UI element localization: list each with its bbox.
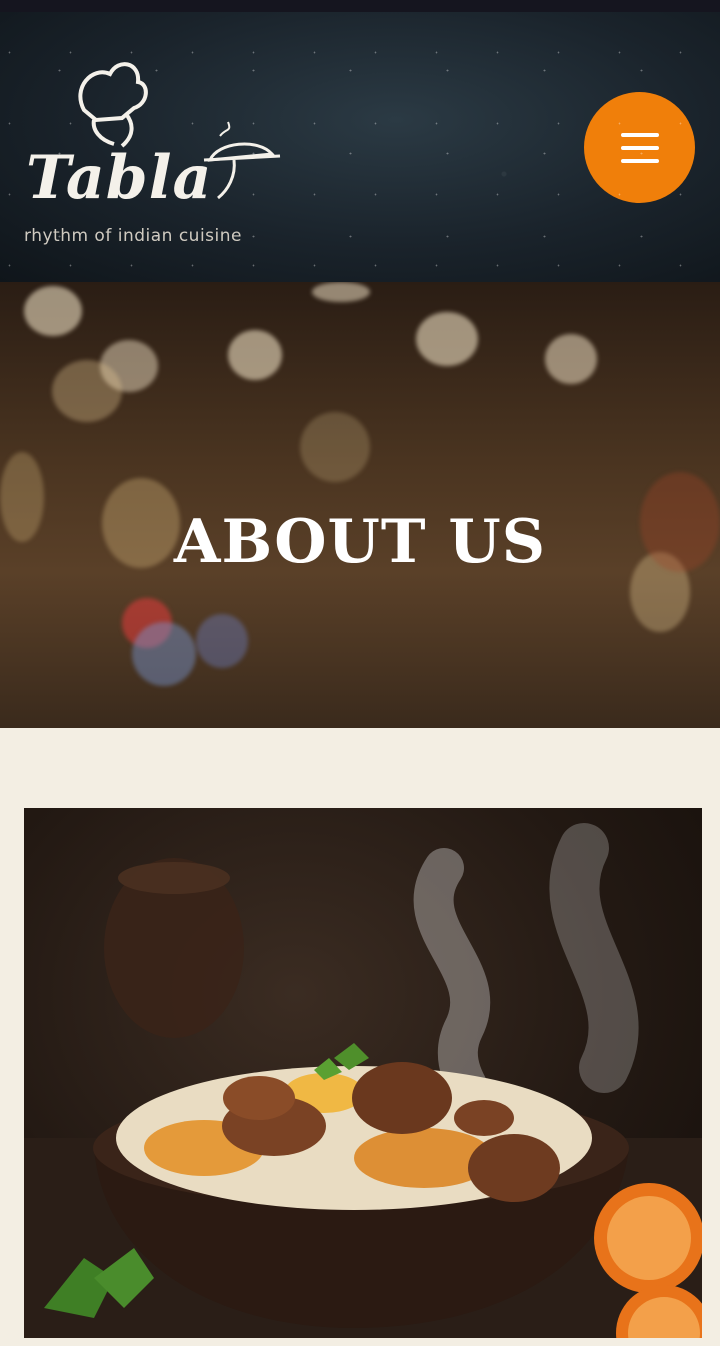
bokeh-light (196, 614, 248, 668)
page-title: ABOUT US (173, 507, 547, 578)
biryani-bowl-photo (24, 808, 702, 1338)
menu-button[interactable] (584, 92, 695, 203)
logo-wordmark: Tabla (26, 143, 213, 213)
bokeh-light (132, 622, 196, 686)
hero-banner: ABOUT US (0, 282, 720, 728)
status-bar (0, 0, 720, 12)
tabla-logo[interactable]: Tabla rhythm of indian cuisine (22, 48, 322, 258)
bokeh-light (52, 360, 122, 422)
bokeh-light (545, 334, 597, 384)
bokeh-light (312, 282, 370, 302)
bokeh-light (24, 286, 82, 336)
bokeh-light (228, 330, 282, 380)
hamburger-menu-icon (620, 132, 659, 137)
site-header: Tabla rhythm of indian cuisine (0, 12, 720, 282)
bokeh-light (416, 312, 478, 366)
logo-tagline: rhythm of indian cuisine (24, 226, 242, 246)
bokeh-light (300, 412, 370, 482)
